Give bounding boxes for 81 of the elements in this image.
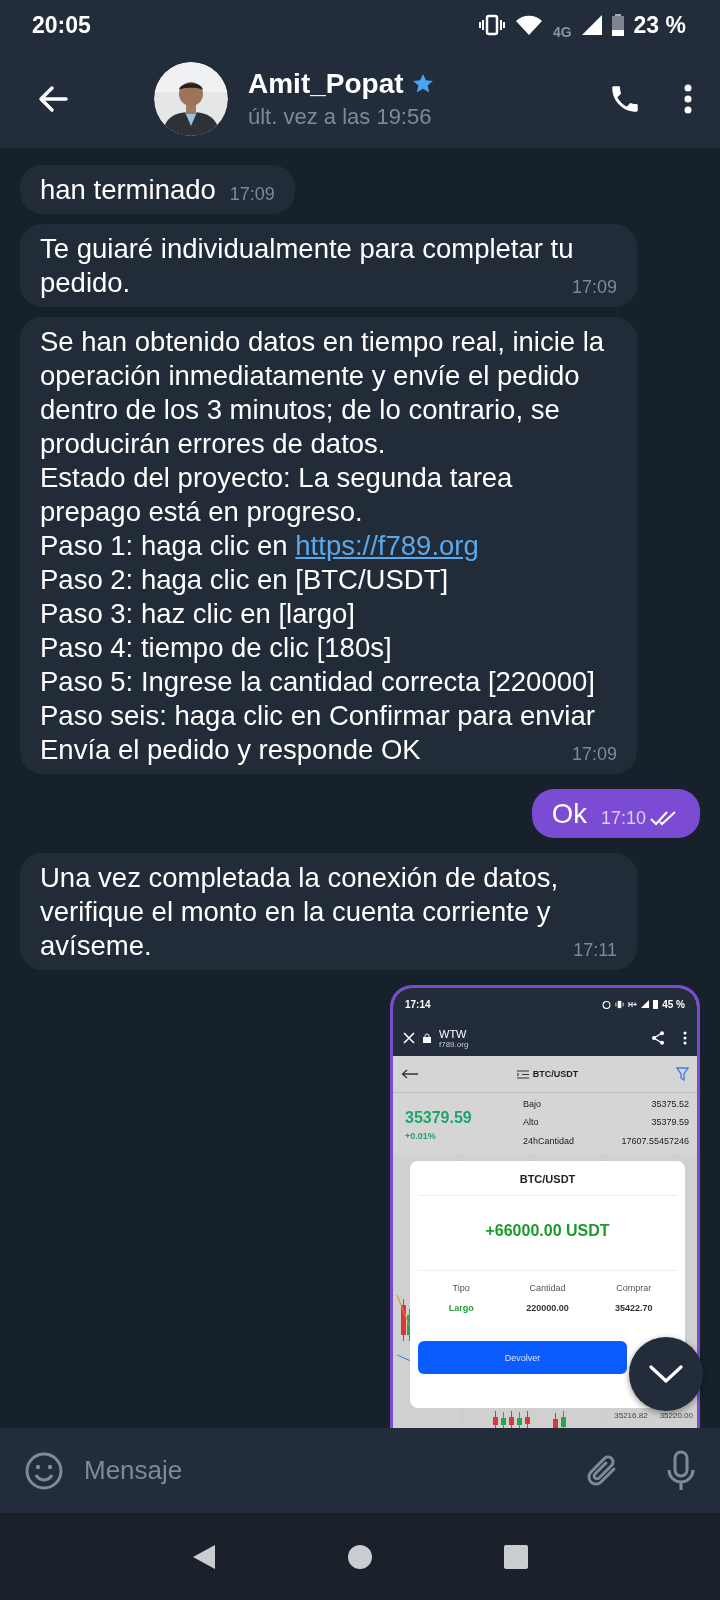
battery-level: 45 % (662, 998, 685, 1010)
price-change: +0.01% (405, 1131, 437, 1141)
message-text: Una vez completada la conexión de datos, verifique el monto en la cuenta corriente y avíseme. 17:11 (40, 861, 617, 963)
message-time: 17:11 (573, 939, 617, 961)
signal-icon (581, 15, 602, 35)
price: 35379.59 (405, 1109, 473, 1127)
message-time: 17:10 (600, 807, 646, 829)
message-text: Paso 1: haga clic en https://f789.org (40, 529, 480, 563)
stat-label: Bajo (523, 1099, 542, 1111)
more-icon[interactable] (683, 1031, 687, 1045)
page-title: WTW (439, 1027, 468, 1040)
battery-icon (653, 999, 659, 1009)
stat-value: 17607.55457246 (620, 1135, 689, 1148)
vibrate-icon (478, 14, 505, 36)
message-text: han terminado 17:09 (40, 173, 275, 207)
lock-icon (423, 1033, 431, 1043)
stat-label: 24hCantidad (523, 1135, 575, 1148)
indicator-line (396, 1294, 410, 1326)
back-arrow-icon[interactable] (401, 1069, 419, 1079)
filter-icon[interactable] (676, 1067, 689, 1081)
stat-value: 35375.52 (650, 1099, 689, 1111)
link[interactable]: https://f789.org (295, 530, 479, 561)
circle-icon (347, 1543, 373, 1570)
microphone-button[interactable] (666, 1449, 696, 1492)
smiley-icon (24, 1450, 64, 1491)
return-button[interactable]: Devolver (418, 1341, 627, 1374)
list-icon (516, 1069, 529, 1079)
message-text: Paso seis: haga clic en Confirmar para enviar (40, 699, 596, 733)
more-icon (684, 84, 692, 114)
message-text: Paso 3: haz clic en [largo] (40, 597, 356, 631)
contact-name: Amit_Popat (248, 68, 404, 100)
wifi-icon (514, 14, 543, 36)
pair-title: BTC/USDT (532, 1069, 579, 1079)
message-text: Se han obtenido datos en tiempo real, inicie la operación inmediatamente y envíe el pedido dentro de los 3 minutos; de lo contrario, se producirán errores de datos. (40, 325, 606, 461)
close-icon[interactable] (403, 1032, 415, 1044)
network-type: 4G (552, 24, 572, 40)
column-label: Cantidad (529, 1283, 566, 1293)
column-value: 35422.70 (615, 1303, 653, 1313)
message-text: Ok 17:10 (551, 797, 680, 831)
axis-label: 35216.82 (614, 1411, 648, 1420)
battery-level: 23 % (633, 11, 686, 39)
message-time: 17:09 (571, 743, 617, 765)
message-time: 17:09 (571, 276, 617, 298)
triangle-icon (191, 1542, 217, 1571)
last-seen: últ. vez a las 19:56 (248, 104, 433, 130)
message-text: Te guiaré individualmente para completar tu pedido. 17:09 (40, 232, 617, 300)
column-value: 220000.00 (526, 1303, 569, 1313)
page-url: f789.org (439, 1039, 470, 1049)
star-icon (411, 73, 434, 95)
composer-bar[interactable]: Mensaje (0, 1428, 720, 1513)
stat-label: Alto (523, 1117, 540, 1130)
battery-icon (611, 14, 624, 36)
clock: 17:14 (405, 998, 431, 1010)
square-icon (503, 1543, 529, 1570)
message-time: 17:09 (229, 183, 275, 205)
column-label: Tipo (452, 1283, 470, 1293)
emoji-button[interactable] (24, 1450, 64, 1491)
clock: 20:05 (32, 11, 91, 39)
dialog-title: BTC/USDT (418, 1161, 677, 1196)
signal-icon (641, 1000, 650, 1008)
indicator-line (396, 1354, 412, 1362)
message-text: Estado del proyecto: La segunda tarea prepago está en progreso. (40, 461, 514, 529)
chevron-down-icon (649, 1364, 683, 1384)
axis-label: 35220.00 (659, 1411, 693, 1420)
message-text: Paso 5: Ingrese la cantidad correcta [220000] (40, 665, 596, 699)
vibrate-icon (615, 999, 625, 1009)
message-text: Paso 4: tiempo de clic [180s] (40, 631, 393, 665)
stat-value: 35379.59 (650, 1117, 689, 1130)
alarm-icon (602, 999, 612, 1009)
profit-amount: +66000.00 USDT (418, 1196, 677, 1271)
home-button[interactable] (347, 1543, 373, 1570)
message-text: Paso 2: haga clic en [BTC/USDT] (40, 563, 450, 597)
recents-button[interactable] (503, 1543, 529, 1570)
screenshot-frame[interactable] (390, 985, 700, 1428)
column-value: Largo (448, 1303, 474, 1313)
column-label: Comprar (616, 1283, 652, 1293)
message-field[interactable]: Mensaje (82, 1454, 566, 1487)
microphone-icon (666, 1449, 696, 1492)
back-button[interactable] (191, 1542, 217, 1571)
message-text: Envía el pedido y responde OK 17:09 (40, 733, 617, 767)
share-icon[interactable] (651, 1031, 665, 1045)
